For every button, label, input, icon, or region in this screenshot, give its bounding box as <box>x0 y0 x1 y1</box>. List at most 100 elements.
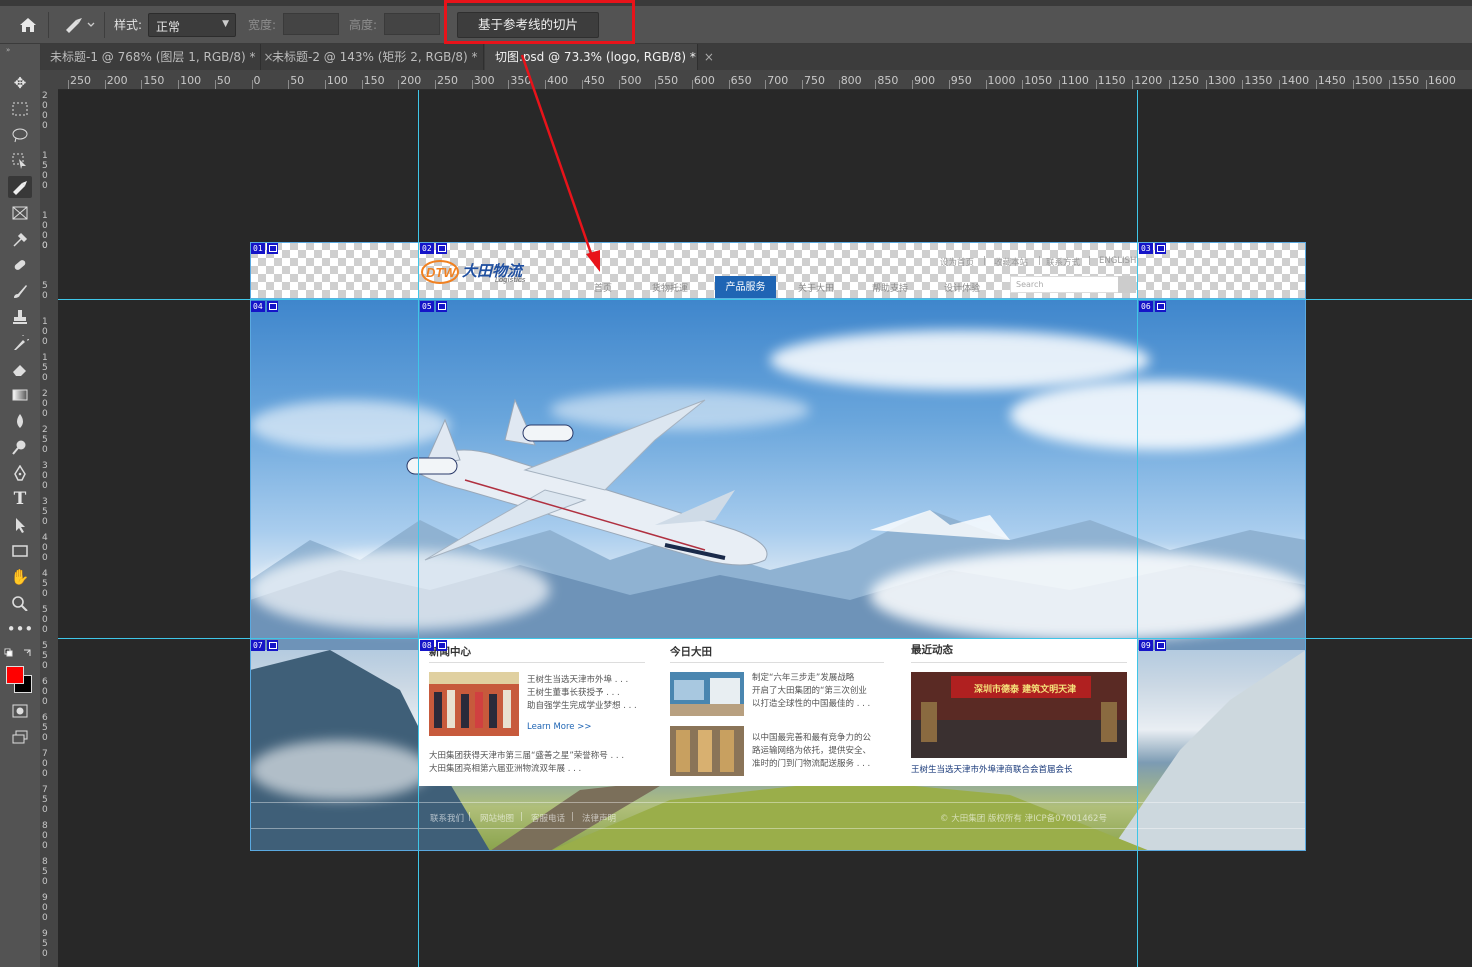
home-icon[interactable] <box>14 15 42 35</box>
toolbox: » ✥ T ✋ ••• <box>0 44 41 967</box>
ruler-label: 1150 <box>1097 74 1126 87</box>
ruler-label: 650 <box>730 74 752 87</box>
ruler-label: 900 <box>914 74 936 87</box>
tab-untitled-2[interactable]: 未标题-2 @ 143% (矩形 2, RGB/8) *× <box>262 44 496 70</box>
frame-tool-icon[interactable] <box>8 202 32 224</box>
hand-tool-icon[interactable]: ✋ <box>8 566 32 588</box>
ruler-tick <box>1315 80 1317 89</box>
slice-tool-icon[interactable] <box>8 176 32 198</box>
ruler-tick <box>288 80 290 89</box>
ruler-tick <box>691 80 693 89</box>
blur-tool-icon[interactable] <box>8 410 32 432</box>
slice-badge[interactable]: 04 <box>251 301 278 312</box>
ruler-label: 300 <box>473 74 495 87</box>
healing-brush-tool-icon[interactable] <box>8 254 32 276</box>
ruler-tick <box>1058 80 1060 89</box>
dodge-tool-icon[interactable] <box>8 436 32 458</box>
close-icon[interactable]: × <box>704 50 714 64</box>
object-select-tool-icon[interactable] <box>8 150 32 172</box>
chevron-down-icon: ▼ <box>222 19 229 29</box>
default-colors-icon[interactable] <box>4 648 36 662</box>
slice-badge[interactable]: 07 <box>251 640 278 651</box>
slice-badge[interactable]: 05 <box>420 301 447 312</box>
ruler-label: 250 <box>437 74 458 87</box>
image-slice-icon <box>1154 640 1166 651</box>
slice-badge[interactable]: 01 <box>251 243 278 254</box>
ruler-tick <box>765 80 767 89</box>
document-tabs: 未标题-1 @ 768% (图层 1, RGB/8) * × 未标题-2 @ 14… <box>40 44 1472 70</box>
style-select[interactable]: 正常 ▼ <box>148 13 236 37</box>
canvas-area[interactable]: DTW 大田物流 Logistics 设为首页 | 收藏本站 | 联系方式 | … <box>58 90 1472 967</box>
ruler-tick <box>435 80 436 89</box>
slice-tool-preset-icon[interactable] <box>60 15 100 35</box>
slice-badge[interactable]: 02 <box>420 243 447 254</box>
ruler-label: 50 <box>290 74 305 87</box>
lasso-tool-icon[interactable] <box>8 124 32 146</box>
ruler-label: 1250 <box>1171 74 1199 87</box>
width-label: 宽度: <box>248 18 277 32</box>
ruler-tick <box>1095 80 1097 89</box>
height-label: 高度: <box>349 18 378 32</box>
ruler-tick <box>912 80 914 89</box>
ruler-label: 1000 <box>987 74 1016 87</box>
guide-vertical[interactable] <box>1137 90 1138 967</box>
tab-untitled-1[interactable]: 未标题-1 @ 768% (图层 1, RGB/8) * × <box>40 44 274 70</box>
slice-badge[interactable]: 08 <box>420 640 447 651</box>
panel-grip-icon[interactable]: » <box>6 46 32 52</box>
ruler-label: 1600 <box>1427 74 1456 87</box>
ruler-tick <box>508 80 510 89</box>
ruler-label: 1450 <box>1317 74 1346 87</box>
separator <box>48 12 49 38</box>
vertical-ruler[interactable]: 2000 1500 1000 0 50 100 150 200 250 300 … <box>40 89 59 967</box>
history-brush-tool-icon[interactable] <box>8 332 32 354</box>
image-slice-icon <box>435 243 447 254</box>
path-selection-tool-icon[interactable] <box>8 514 32 536</box>
type-tool-icon[interactable]: T <box>8 488 32 510</box>
clone-stamp-tool-icon[interactable] <box>8 306 32 328</box>
brush-tool-icon[interactable] <box>8 280 32 302</box>
slice-badge[interactable]: 06 <box>1139 301 1166 312</box>
ruler-tick <box>398 80 400 89</box>
marquee-tool-icon[interactable] <box>8 98 32 120</box>
ruler-label: 200 <box>400 74 422 87</box>
image-slice-icon <box>1154 301 1166 312</box>
height-field[interactable] <box>384 13 440 35</box>
ruler-tick <box>948 80 950 89</box>
more-tools-icon[interactable]: ••• <box>7 618 34 640</box>
eraser-tool-icon[interactable] <box>8 358 32 380</box>
quick-mask-icon[interactable] <box>8 700 32 722</box>
guide-horizontal[interactable] <box>58 299 1472 300</box>
screen-mode-icon[interactable] <box>8 726 32 748</box>
ruler-label: 1400 <box>1281 74 1310 87</box>
ruler-tick <box>1169 80 1170 89</box>
guide-vertical[interactable] <box>418 90 419 967</box>
tab-qietu-psd[interactable]: 切图.psd @ 73.3% (logo, RGB/8) * × <box>485 44 714 70</box>
ruler-tick <box>1425 80 1427 89</box>
ruler-tick <box>655 80 657 89</box>
ruler-label: 100 <box>326 74 348 87</box>
foreground-color-swatch[interactable] <box>6 666 24 684</box>
horizontal-ruler[interactable]: 250 200 150 100 50 0 50 100 150 200 250 300 350 400 45… <box>58 70 1472 90</box>
ruler-tick <box>1132 80 1134 89</box>
ruler-label: 150 <box>363 74 385 87</box>
move-tool-icon[interactable]: ✥ <box>8 72 32 94</box>
rectangle-tool-icon[interactable] <box>8 540 32 562</box>
ruler-label: 0 <box>253 74 261 87</box>
slice-badge[interactable]: 03 <box>1139 243 1166 254</box>
ruler-origin[interactable] <box>40 70 58 89</box>
ruler-tick <box>214 80 216 89</box>
ruler-label: 800 <box>840 74 862 87</box>
gradient-tool-icon[interactable] <box>8 384 32 406</box>
ruler-tick <box>1279 80 1281 89</box>
ruler-label: 1550 <box>1391 74 1420 87</box>
width-field[interactable] <box>283 13 339 35</box>
image-slice-icon <box>1154 243 1166 254</box>
ruler-label: 600 <box>693 74 715 87</box>
eyedropper-tool-icon[interactable] <box>8 228 32 250</box>
guide-horizontal[interactable] <box>58 638 1472 639</box>
slice-badge[interactable]: 09 <box>1139 640 1166 651</box>
zoom-tool-icon[interactable] <box>8 592 32 614</box>
ruler-tick <box>1242 80 1244 89</box>
pen-tool-icon[interactable] <box>8 462 32 484</box>
ruler-tick <box>68 80 69 89</box>
